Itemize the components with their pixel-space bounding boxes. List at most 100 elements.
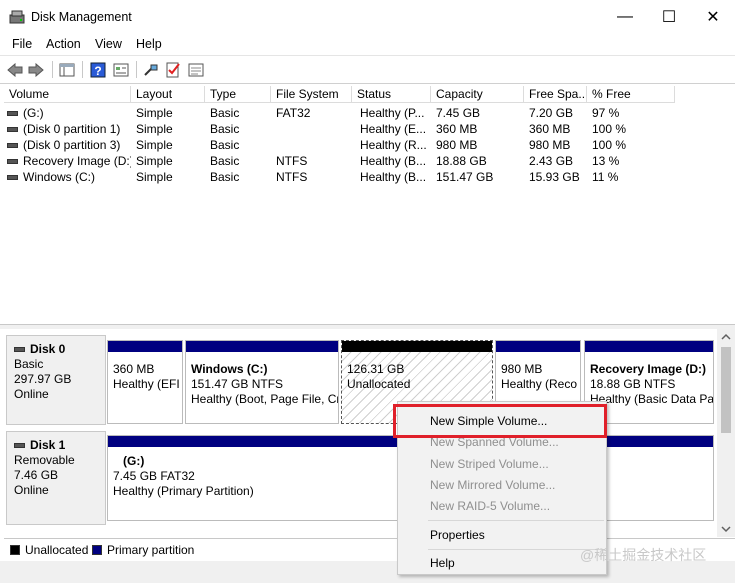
type-cell: Basic xyxy=(210,138,240,152)
capacity-cell: 980 MB xyxy=(436,138,478,152)
col-type[interactable]: Type xyxy=(205,86,271,103)
checklist-icon[interactable] xyxy=(164,61,182,78)
table-row[interactable]: (Disk 0 partition 3) Simple Basic Health… xyxy=(4,137,735,153)
volume-name: (Disk 0 partition 1) xyxy=(23,122,121,136)
partition-name: Recovery Image (D:) xyxy=(590,362,707,376)
back-arrow-icon[interactable] xyxy=(6,61,24,78)
menu-help[interactable]: Help xyxy=(136,37,162,51)
col-volume[interactable]: Volume xyxy=(4,86,131,103)
volume-icon xyxy=(7,127,18,133)
col-layout[interactable]: Layout xyxy=(131,86,205,103)
close-button[interactable]: ✕ xyxy=(691,4,735,30)
layout-cell: Simple xyxy=(136,154,173,168)
highlight-box xyxy=(393,404,607,438)
partition-size: 360 MB xyxy=(113,362,155,376)
partition-name: Windows (C:) xyxy=(191,362,268,376)
disk-1-label[interactable]: Disk 1 Removable 7.46 GB Online xyxy=(6,431,106,525)
disk-management-icon xyxy=(9,10,25,24)
fs-cell: NTFS xyxy=(276,154,308,168)
toolbar: ? xyxy=(0,55,735,84)
status-cell: Healthy (B... xyxy=(360,154,427,168)
primary-swatch xyxy=(92,545,102,555)
layout-cell: Simple xyxy=(136,170,173,184)
partition-status: Unallocated xyxy=(347,377,411,391)
type-cell: Basic xyxy=(210,106,240,120)
fs-cell: NTFS xyxy=(276,170,308,184)
forward-arrow-icon[interactable] xyxy=(27,61,45,78)
type-cell: Basic xyxy=(210,170,240,184)
col-capacity[interactable]: Capacity xyxy=(431,86,524,103)
legend-unallocated: Unallocated xyxy=(25,543,89,557)
disk-type: Basic xyxy=(14,357,44,371)
console-tree-icon[interactable] xyxy=(58,61,76,78)
menu-separator xyxy=(428,549,604,550)
pct-free-cell: 11 % xyxy=(592,170,619,184)
volume-icon xyxy=(7,175,18,181)
partition-name: (G:) xyxy=(123,454,145,468)
maximize-button[interactable]: ☐ xyxy=(647,4,691,30)
minimize-button[interactable]: — xyxy=(603,4,647,30)
connect-icon[interactable] xyxy=(142,61,160,78)
partition-status: Healthy (Reco xyxy=(501,377,578,391)
legend-primary: Primary partition xyxy=(107,543,195,557)
partition-efi[interactable]: 360 MB Healthy (EFI xyxy=(107,340,183,424)
partition-size: 151.47 GB NTFS xyxy=(191,377,284,391)
disk-size: 7.46 GB xyxy=(14,468,59,482)
volume-name: Recovery Image (D:) xyxy=(23,154,131,168)
partition-status: Healthy (EFI xyxy=(113,377,180,391)
volume-name: Windows (C:) xyxy=(23,170,96,184)
table-row[interactable]: Recovery Image (D:) Simple Basic NTFS He… xyxy=(4,153,735,169)
capacity-cell: 7.45 GB xyxy=(436,106,481,120)
pct-free-cell: 100 % xyxy=(592,138,627,152)
table-row[interactable]: Windows (C:) Simple Basic NTFS Healthy (… xyxy=(4,169,735,185)
menu-file[interactable]: File xyxy=(12,37,32,51)
layout-cell: Simple xyxy=(136,122,173,136)
vertical-scrollbar[interactable] xyxy=(717,329,735,537)
disk-size: 297.97 GB xyxy=(14,372,72,386)
pct-free-cell: 13 % xyxy=(592,154,620,168)
col-status[interactable]: Status xyxy=(352,86,431,103)
disk-state: Online xyxy=(14,387,49,401)
pct-free-cell: 100 % xyxy=(592,122,627,136)
svg-text:?: ? xyxy=(94,64,101,78)
table-row[interactable]: (G:) Simple Basic FAT32 Healthy (P... 7.… xyxy=(4,105,735,121)
volume-name: (G:) xyxy=(23,106,44,120)
disk-map-pane: Disk 0 Basic 297.97 GB Online 360 MB Heal… xyxy=(4,329,717,537)
partition-status: Healthy (Basic Data Pa xyxy=(590,392,714,406)
partition-size: 980 MB xyxy=(501,362,543,376)
col-percent-free[interactable]: % Free xyxy=(587,86,675,103)
free-cell: 7.20 GB xyxy=(529,106,574,120)
layout-cell: Simple xyxy=(136,106,173,120)
menu-action[interactable]: Action xyxy=(46,37,81,51)
free-cell: 980 MB xyxy=(529,138,571,152)
properties-icon[interactable] xyxy=(112,61,130,78)
disk-icon xyxy=(14,443,25,449)
col-free-space[interactable]: Free Spa... xyxy=(524,86,587,103)
help-icon[interactable]: ? xyxy=(89,61,107,78)
partition-windows-c[interactable]: Windows (C:) 151.47 GB NTFS Healthy (Boot,… xyxy=(185,340,339,424)
settings-window-icon[interactable] xyxy=(187,61,205,78)
type-cell: Basic xyxy=(210,122,240,136)
menu-view[interactable]: View xyxy=(95,37,122,51)
menu-properties[interactable]: Properties xyxy=(430,528,485,542)
status-cell: Healthy (E... xyxy=(360,122,427,136)
volume-icon xyxy=(7,159,18,165)
partition-status: Healthy (Primary Partition) xyxy=(113,484,254,498)
menu-new-raid5-volume: New RAID-5 Volume... xyxy=(430,499,551,513)
free-cell: 360 MB xyxy=(529,122,571,136)
capacity-cell: 18.88 GB xyxy=(436,154,487,168)
disk-0-label[interactable]: Disk 0 Basic 297.97 GB Online xyxy=(6,335,106,425)
table-row[interactable]: (Disk 0 partition 1) Simple Basic Health… xyxy=(4,121,735,137)
disk-state: Online xyxy=(14,483,49,497)
disk-name: Disk 0 xyxy=(30,342,66,356)
capacity-cell: 360 MB xyxy=(436,122,478,136)
menu-separator xyxy=(428,520,604,521)
partition-size: 7.45 GB FAT32 xyxy=(113,469,195,483)
free-cell: 2.43 GB xyxy=(529,154,574,168)
unallocated-swatch xyxy=(10,545,20,555)
col-file-system[interactable]: File System xyxy=(271,86,352,103)
disk-name: Disk 1 xyxy=(30,438,66,452)
menu-help-item[interactable]: Help xyxy=(430,556,455,570)
status-cell: Healthy (R... xyxy=(360,138,427,152)
volume-icon xyxy=(7,111,18,117)
